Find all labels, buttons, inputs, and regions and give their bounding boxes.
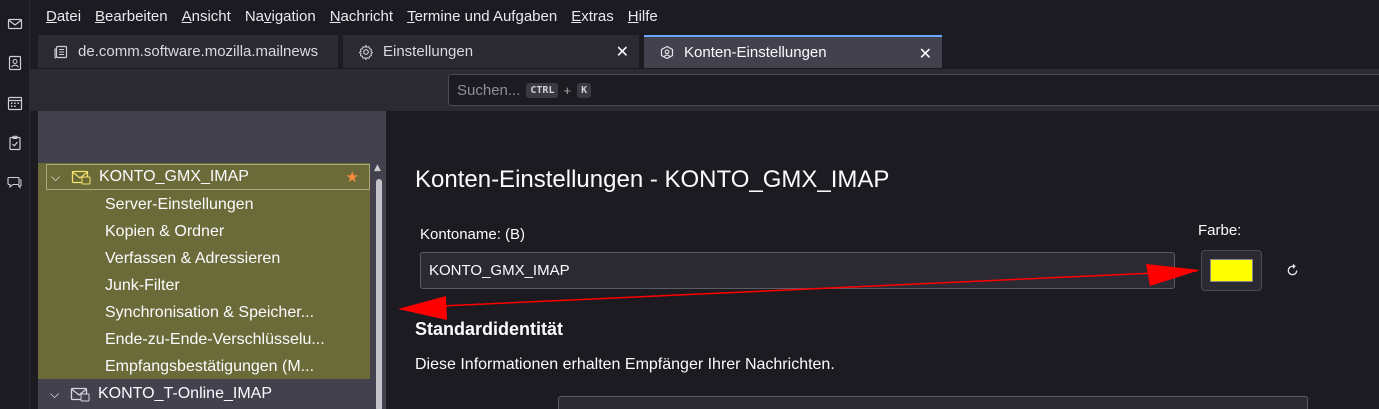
menu-nachricht[interactable]: Nachricht (330, 8, 393, 25)
close-icon[interactable]: ✕ (919, 44, 932, 64)
scroll-up-icon[interactable]: ▲ (374, 163, 381, 173)
tab-newsgroup[interactable]: de.comm.software.mozilla.mailnews (38, 35, 338, 68)
menu-extras[interactable]: Extras (571, 8, 614, 25)
newsgroup-icon (52, 43, 70, 61)
mail-account-icon (70, 386, 90, 402)
account-settings-icon (658, 44, 676, 62)
tree-item-empfangsbestaetigungen[interactable]: Empfangsbestätigungen (M... (105, 354, 314, 380)
menu-navigation[interactable]: Navigation (245, 8, 316, 25)
account-row-t-online[interactable]: ⌵ KONTO_T-Online_IMAP (46, 381, 370, 407)
tab-konten-einstellungen[interactable]: Konten-Einstellungen ✕ (644, 35, 942, 68)
account-tree-sidebar: ⌵ KONTO_GMX_IMAP ★ Server-Einstellungen … (38, 111, 386, 409)
tree-item-verschluesselung[interactable]: Ende-zu-Ende-Verschlüsselu... (105, 327, 325, 353)
menu-ansicht[interactable]: Ansicht (182, 8, 231, 25)
chevron-down-icon[interactable]: ⌵ (50, 387, 66, 402)
menubar: Datei Bearbeiten Ansicht Navigation Nach… (30, 0, 1379, 32)
shortcut-key-ctrl: CTRL (526, 82, 559, 98)
tree-item-server-einstellungen[interactable]: Server-Einstellungen (105, 192, 254, 218)
chevron-down-icon[interactable]: ⌵ (51, 170, 67, 185)
close-icon[interactable]: ✕ (616, 42, 629, 62)
search-placeholder: Suchen... (457, 81, 521, 99)
tasks-icon[interactable] (5, 133, 25, 153)
global-search-input[interactable]: Suchen... CTRL + K (448, 74, 1379, 106)
gear-icon (357, 43, 375, 61)
section-heading-default-identity: Standardidentität (415, 319, 564, 339)
address-book-icon[interactable] (5, 53, 25, 73)
tab-einstellungen[interactable]: Einstellungen ✕ (343, 35, 639, 68)
unified-toolbar: Suchen... CTRL + K (30, 69, 1379, 111)
account-name-label: Kontoname: (B) (420, 226, 526, 243)
tree-item-kopien-ordner[interactable]: Kopien & Ordner (105, 219, 224, 245)
scroll-thumb[interactable] (376, 179, 382, 409)
menu-datei[interactable]: Datei (46, 8, 81, 25)
mail-account-icon (71, 169, 91, 185)
tab-label: Konten-Einstellungen (684, 44, 827, 61)
account-color-picker[interactable] (1201, 250, 1262, 291)
default-account-star-icon: ★ (345, 169, 359, 186)
account-row-gmx[interactable]: ⌵ KONTO_GMX_IMAP ★ (46, 164, 370, 190)
tree-scrollbar[interactable]: ▲ (372, 163, 386, 409)
shortcut-plus: + (563, 82, 572, 98)
identity-name-input[interactable] (558, 396, 1308, 409)
tab-label: Einstellungen (383, 43, 474, 60)
menu-termine[interactable]: Termine und Aufgaben (407, 8, 557, 25)
color-label: Farbe: (1198, 222, 1242, 239)
shortcut-key-k: K (577, 82, 592, 98)
calendar-icon[interactable] (5, 93, 25, 113)
account-name: KONTO_T-Online_IMAP (98, 385, 272, 402)
tree-item-junk-filter[interactable]: Junk-Filter (105, 273, 180, 299)
section-description: Diese Informationen erhalten Empfänger I… (415, 356, 835, 373)
account-name-input[interactable]: KONTO_GMX_IMAP (420, 252, 1175, 289)
tab-strip: de.comm.software.mozilla.mailnews Einste… (30, 32, 1379, 69)
account-tree: ⌵ KONTO_GMX_IMAP ★ Server-Einstellungen … (38, 163, 370, 409)
account-name: KONTO_GMX_IMAP (99, 168, 249, 185)
spaces-toolbar (0, 0, 30, 409)
reset-color-icon[interactable] (1283, 261, 1301, 279)
menu-hilfe[interactable]: Hilfe (628, 8, 658, 25)
account-color-swatch (1210, 259, 1253, 282)
account-settings-pane: Konten-Einstellungen - KONTO_GMX_IMAP Ko… (386, 111, 1379, 409)
chat-icon[interactable] (5, 172, 25, 192)
tree-item-synchronisation[interactable]: Synchronisation & Speicher... (105, 300, 314, 326)
menu-bearbeiten[interactable]: Bearbeiten (95, 8, 168, 25)
page-title: Konten-Einstellungen - KONTO_GMX_IMAP (415, 166, 890, 193)
mail-icon[interactable] (5, 14, 25, 34)
tree-item-verfassen[interactable]: Verfassen & Adressieren (105, 246, 280, 272)
tab-label: de.comm.software.mozilla.mailnews (78, 43, 319, 60)
